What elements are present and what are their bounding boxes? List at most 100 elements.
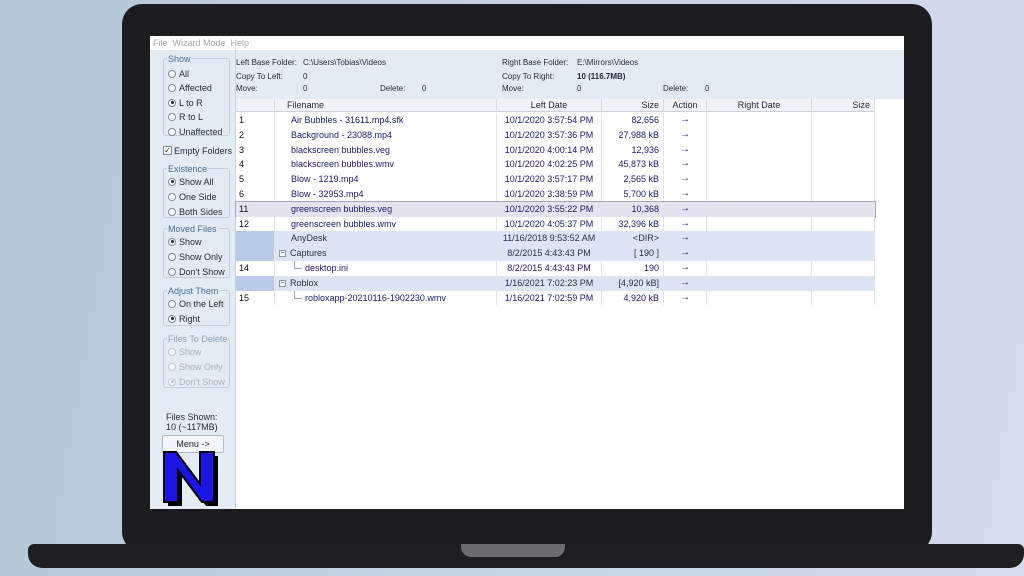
right-date-cell bbox=[707, 113, 812, 128]
left-date-cell: 1/16/2021 7:02:59 PM bbox=[497, 290, 602, 306]
row-index: 3 bbox=[236, 142, 275, 158]
table-row[interactable]: 3 blackscreen bubbles.veg 10/1/2020 4:00:1… bbox=[236, 142, 875, 158]
left-date-cell: 8/2/2015 4:43:43 PM bbox=[497, 246, 602, 261]
radio-checked-icon[interactable] bbox=[168, 98, 176, 107]
left-date-cell: 10/1/2020 3:38:59 PM bbox=[497, 187, 602, 202]
moved-files-group-title: Moved Files bbox=[167, 224, 218, 234]
action-arrow-icon[interactable]: → bbox=[664, 127, 707, 143]
menu-help[interactable]: Help bbox=[231, 38, 250, 48]
action-arrow-icon[interactable]: → bbox=[664, 275, 707, 291]
filename-cell: greenscreen bubbles.wmv bbox=[275, 216, 497, 232]
filename-cell: Blow - 1219.mp4 bbox=[275, 172, 497, 187]
copy-to-left-value: 0 bbox=[303, 72, 308, 81]
move-left-label: Move: bbox=[236, 84, 258, 93]
radio-icon[interactable] bbox=[168, 113, 176, 121]
radio-checked-icon bbox=[168, 377, 176, 386]
table-row[interactable]: 6 Blow - 32953.mp4 10/1/2020 3:38:59 PM 5,7… bbox=[236, 187, 875, 202]
column-header-left-date[interactable]: Left Date bbox=[497, 99, 602, 112]
existence-one-side-option[interactable]: One Side bbox=[168, 190, 217, 203]
action-arrow-icon[interactable]: → bbox=[664, 261, 707, 276]
column-header-action[interactable]: Action bbox=[664, 99, 707, 112]
right-date-cell bbox=[707, 142, 812, 158]
right-size-cell bbox=[812, 127, 875, 143]
table-row[interactable]: 11 greenscreen bubbles.veg 10/1/2020 3:55:… bbox=[235, 200, 876, 218]
checkmark-icon[interactable]: ✓ bbox=[163, 146, 172, 155]
action-arrow-icon[interactable]: → bbox=[664, 216, 707, 232]
action-arrow-icon[interactable]: → bbox=[664, 187, 707, 202]
n-logo-icon bbox=[163, 451, 218, 506]
radio-icon[interactable] bbox=[168, 69, 176, 78]
show-group: Show All Affected L to R R to L Unaffect… bbox=[163, 54, 230, 138]
menu-wizard-mode[interactable]: Wizard Mode bbox=[173, 38, 226, 48]
column-header-right-date[interactable]: Right Date bbox=[707, 99, 812, 112]
radio-icon[interactable] bbox=[168, 207, 176, 216]
menu-file[interactable]: File bbox=[153, 38, 168, 48]
action-arrow-icon[interactable]: → bbox=[664, 246, 707, 261]
filename-cell: greenscreen bubbles.veg bbox=[275, 201, 497, 217]
existence-both-sides-option[interactable]: Both Sides bbox=[168, 205, 223, 218]
action-arrow-icon[interactable]: → bbox=[664, 201, 707, 217]
action-arrow-icon[interactable]: → bbox=[664, 142, 707, 158]
left-size-cell: 32,396 kB bbox=[602, 216, 664, 232]
radio-icon[interactable] bbox=[168, 267, 176, 276]
row-index: 4 bbox=[236, 157, 275, 173]
show-unaffected-option[interactable]: Unaffected bbox=[168, 125, 222, 138]
folder-row[interactable]: − Captures 8/2/2015 4:43:43 PM[ 190 ] → bbox=[236, 246, 875, 261]
show-affected-option[interactable]: Affected bbox=[168, 82, 212, 95]
column-header-filename[interactable]: Filename bbox=[275, 99, 497, 112]
table-row[interactable]: 5 Blow - 1219.mp4 10/1/2020 3:57:17 PM 2,56… bbox=[236, 172, 875, 187]
column-header-left-size[interactable]: Size bbox=[602, 99, 664, 112]
moved-show-only-option[interactable]: Show Only bbox=[168, 250, 223, 263]
show-r-to-l-option[interactable]: R to L bbox=[168, 111, 203, 124]
table-row[interactable]: 15 robloxapp-20210116-1902230.wmv 1/16/202… bbox=[236, 290, 875, 306]
show-l-to-r-option[interactable]: L to R bbox=[168, 96, 203, 109]
radio-icon[interactable] bbox=[168, 252, 176, 261]
files-shown-label: Files Shown: bbox=[166, 412, 218, 422]
action-arrow-icon[interactable]: → bbox=[664, 113, 707, 128]
table-row[interactable]: 14 desktop.ini 8/2/2015 4:43:43 PM 190 → bbox=[236, 261, 875, 276]
radio-checked-icon[interactable] bbox=[168, 177, 176, 186]
files-to-delete-group: Files To Delete Show Show Only Don't Sho… bbox=[163, 334, 230, 388]
left-base-folder-value: C:\Users\Tobias\Videos bbox=[303, 58, 386, 67]
action-arrow-icon[interactable]: → bbox=[664, 231, 707, 247]
tree-branch-line bbox=[294, 268, 302, 269]
folder-name: Roblox bbox=[290, 277, 319, 288]
show-all-option[interactable]: All bbox=[168, 67, 189, 80]
table-row[interactable]: 1 Air Bubbles - 31611.mp4.sfk 10/1/2020 3:… bbox=[236, 113, 875, 128]
existence-show-all-option[interactable]: Show All bbox=[168, 175, 214, 188]
radio-icon[interactable] bbox=[168, 299, 176, 308]
action-arrow-icon[interactable]: → bbox=[664, 290, 707, 306]
empty-folders-checkbox[interactable]: ✓ Empty Folders bbox=[163, 144, 232, 157]
moved-show-option[interactable]: Show bbox=[168, 235, 202, 248]
right-size-cell bbox=[812, 187, 875, 202]
right-date-cell bbox=[707, 201, 812, 217]
folder-row[interactable]: − Roblox 1/16/2021 7:02:23 PM [4,920 kB] → bbox=[236, 275, 875, 291]
radio-icon[interactable] bbox=[168, 84, 176, 92]
column-header-index[interactable] bbox=[236, 99, 275, 112]
radio-checked-icon[interactable] bbox=[168, 314, 176, 323]
radio-icon[interactable] bbox=[168, 192, 176, 201]
row-index bbox=[236, 246, 275, 261]
left-size-cell: 12,936 bbox=[602, 142, 664, 158]
radio-icon[interactable] bbox=[168, 127, 176, 136]
left-size-cell: [ 190 ] bbox=[602, 246, 664, 261]
moved-dont-show-option[interactable]: Don't Show bbox=[168, 265, 225, 278]
radio-checked-icon[interactable] bbox=[168, 237, 176, 246]
folder-row[interactable]: AnyDesk 11/16/2018 9:53:52 AM <DIR> → bbox=[236, 231, 875, 247]
adjust-right-option[interactable]: Right bbox=[168, 312, 200, 325]
file-name: Air Bubbles - 31611.mp4.sfk bbox=[291, 115, 404, 125]
action-arrow-icon[interactable]: → bbox=[664, 172, 707, 187]
row-index: 5 bbox=[236, 172, 275, 187]
action-arrow-icon[interactable]: → bbox=[664, 157, 707, 173]
collapse-icon[interactable]: − bbox=[279, 279, 286, 287]
laptop-notch bbox=[461, 544, 565, 557]
left-date-cell: 10/1/2020 4:02:25 PM bbox=[497, 157, 602, 173]
right-size-cell bbox=[812, 216, 875, 232]
column-header-right-size[interactable]: Size bbox=[812, 99, 875, 112]
table-row[interactable]: 12 greenscreen bubbles.wmv 10/1/2020 4:05:… bbox=[236, 216, 875, 232]
adjust-left-option[interactable]: On the Left bbox=[168, 297, 224, 310]
file-name: Blow - 32953.mp4 bbox=[291, 189, 364, 199]
collapse-icon[interactable]: − bbox=[279, 250, 286, 258]
table-row[interactable]: 4 blackscreen bubbles.wmv 10/1/2020 4:02:2… bbox=[236, 157, 875, 173]
table-row[interactable]: 2 Background - 23088.mp4 10/1/2020 3:57:36… bbox=[236, 127, 875, 143]
